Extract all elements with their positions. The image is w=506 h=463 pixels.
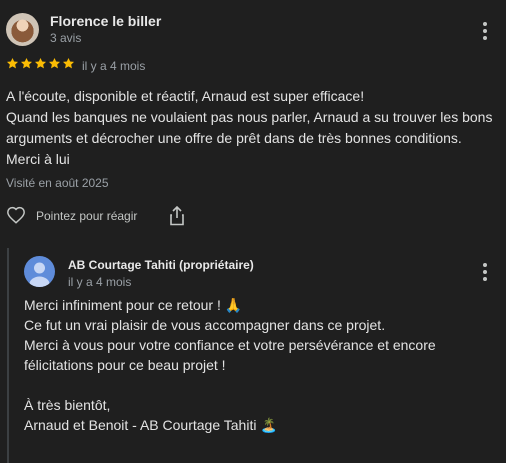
star-icon <box>34 57 47 69</box>
reply-divider <box>7 248 9 463</box>
reply-time: il y a 4 mois <box>68 275 132 289</box>
heart-outline-icon[interactable] <box>6 206 26 224</box>
visit-date: Visité en août 2025 <box>6 176 109 190</box>
text-line <box>24 375 494 395</box>
star-rating <box>6 57 75 70</box>
review-time: il y a 4 mois <box>82 59 146 73</box>
owner-name[interactable]: AB Courtage Tahiti (propriétaire) <box>68 258 254 272</box>
owner-avatar[interactable] <box>24 256 55 287</box>
text-line: À très bientôt, <box>24 397 111 413</box>
text-line: Merci à lui <box>6 151 70 167</box>
reviewer-name[interactable]: Florence le biller <box>50 13 161 29</box>
text-line: Merci à vous pour votre confiance et vot… <box>24 337 436 353</box>
review-text: A l'écoute, disponible et réactif, Arnau… <box>6 86 500 170</box>
person-icon <box>29 262 50 287</box>
react-button[interactable]: Pointez pour réagir <box>36 209 137 223</box>
star-icon <box>20 57 33 69</box>
text-line: arguments et décrocher une offre de prêt… <box>6 130 462 146</box>
text-line: Quand les banques ne voulaient pas nous … <box>6 109 493 125</box>
reviewer-avatar[interactable] <box>6 13 39 46</box>
text-line: félicitations pour ce beau projet ! <box>24 357 226 373</box>
reply-more-options-button[interactable] <box>475 260 495 284</box>
text-line: Merci infiniment pour ce retour ! 🙏 <box>24 297 243 313</box>
star-icon <box>62 57 75 69</box>
more-vert-icon <box>483 263 487 267</box>
reviewer-review-count: 3 avis <box>50 31 82 45</box>
star-icon <box>48 57 61 69</box>
share-icon[interactable] <box>169 206 185 226</box>
text-line: A l'écoute, disponible et réactif, Arnau… <box>6 88 365 104</box>
star-icon <box>6 57 19 69</box>
more-vert-icon <box>483 22 487 26</box>
review-more-options-button[interactable] <box>475 19 495 43</box>
text-line: Ce fut un vrai plaisir de vous accompagn… <box>24 317 386 333</box>
reply-text: Merci infiniment pour ce retour ! 🙏 Ce fu… <box>24 295 494 435</box>
text-line: Arnaud et Benoit - AB Courtage Tahiti 🏝️ <box>24 417 278 433</box>
